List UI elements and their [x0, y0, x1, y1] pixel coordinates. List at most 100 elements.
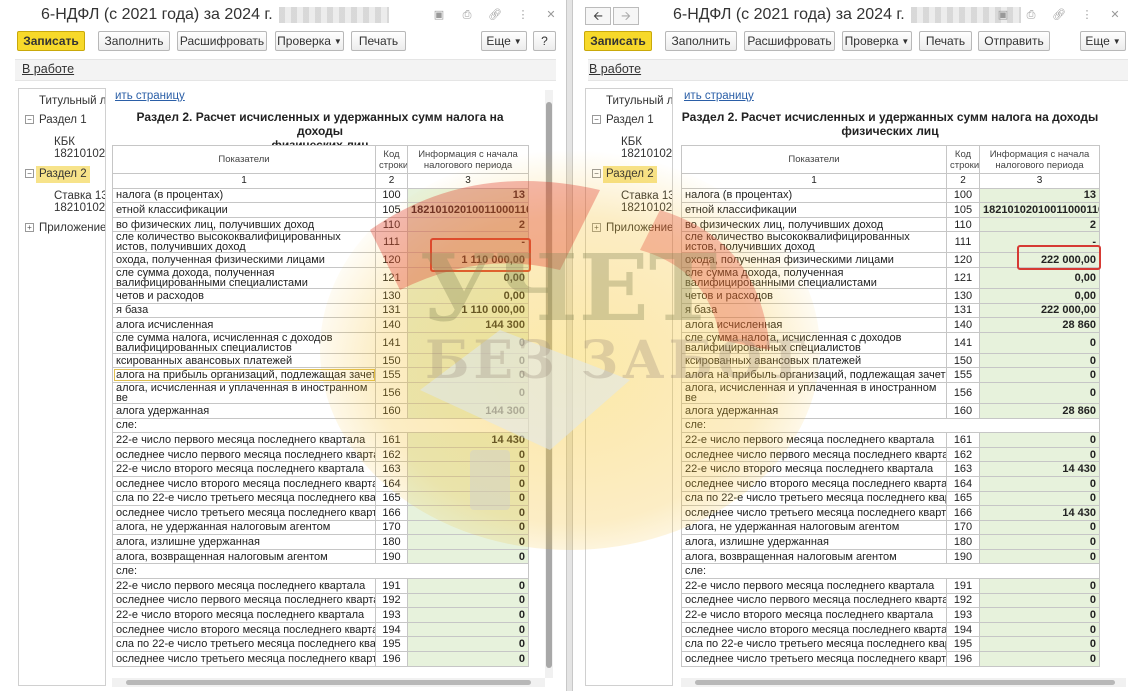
row-value-input[interactable]: 0 — [407, 461, 529, 477]
fill-button[interactable]: Заполнить — [665, 31, 737, 51]
row-value-input[interactable]: 0 — [979, 592, 1100, 609]
add-page-link[interactable]: ить страницу — [115, 90, 185, 102]
check-button[interactable]: Проверка ▼ — [275, 31, 344, 51]
row-value-input[interactable]: 0 — [979, 381, 1100, 404]
link-icon[interactable]: 🔗︎ — [1052, 8, 1066, 22]
row-value-input[interactable]: 0 — [979, 490, 1100, 507]
more-vertical-icon[interactable]: ⋮ — [1080, 8, 1094, 22]
row-value-input[interactable]: 18210102010011000110 — [979, 202, 1100, 218]
row-value-input[interactable]: 28 860 — [979, 317, 1100, 333]
print-button[interactable]: Печать — [351, 31, 406, 51]
printer-icon[interactable]: ⎙ — [460, 8, 474, 22]
row-value-input[interactable]: 1 110 000,00 — [407, 302, 529, 319]
tree-item-title-page[interactable]: Титульный лист — [39, 94, 105, 108]
expand-icon[interactable]: + — [25, 223, 34, 232]
status-link[interactable]: В работе — [589, 62, 641, 76]
more-button[interactable]: Еще ▼ — [481, 31, 527, 51]
more-vertical-icon[interactable]: ⋮ — [516, 8, 530, 22]
collapse-icon[interactable]: − — [25, 169, 34, 178]
help-button[interactable]: ? — [533, 31, 556, 51]
row-value-input[interactable]: 0 — [407, 548, 529, 565]
row-value-input[interactable]: 0,00 — [979, 287, 1100, 304]
row-value-input[interactable]: 0 — [407, 490, 529, 507]
save-icon[interactable]: ▣ — [996, 8, 1010, 22]
row-value-input[interactable]: 0 — [407, 578, 529, 594]
tree-item-section-1[interactable]: Раздел 1 — [39, 113, 87, 127]
row-value-input[interactable]: 0 — [407, 636, 529, 653]
tree-item-rate-code[interactable]: 182101020 — [54, 201, 105, 215]
collapse-icon[interactable]: − — [25, 115, 34, 124]
row-value-input[interactable]: 14 430 — [979, 461, 1100, 477]
row-value-input[interactable]: 0 — [407, 592, 529, 609]
horizontal-scrollbar[interactable] — [681, 678, 1126, 687]
row-value-input[interactable]: 0 — [979, 651, 1100, 667]
row-value-input[interactable]: 0 — [407, 331, 529, 354]
fill-button[interactable]: Заполнить — [98, 31, 170, 51]
row-value-input[interactable]: 13 — [979, 187, 1100, 204]
row-value-input[interactable]: 0 — [407, 352, 529, 369]
tree-item-appendix-1[interactable]: Приложение 1 — [606, 221, 672, 235]
row-value-input[interactable]: 0,00 — [407, 287, 529, 304]
row-value-input[interactable]: 14 430 — [979, 505, 1100, 521]
row-value-input[interactable]: 0 — [979, 331, 1100, 354]
forward-button[interactable]: 🡪︎ — [613, 7, 639, 25]
row-value-input[interactable]: 0 — [407, 367, 529, 383]
row-value-input[interactable]: 13 — [407, 187, 529, 204]
scroll-thumb[interactable] — [546, 102, 552, 668]
row-value-input[interactable]: 0 — [979, 534, 1100, 550]
row-value-input[interactable]: 0 — [979, 475, 1100, 492]
row-value-input[interactable]: 0 — [407, 651, 529, 667]
row-value-input[interactable]: 0 — [979, 607, 1100, 623]
row-value-input[interactable]: 0 — [979, 352, 1100, 369]
row-value-input[interactable]: 14 430 — [407, 432, 529, 448]
tree-item-appendix-1[interactable]: Приложение 1 — [39, 221, 105, 235]
more-button[interactable]: Еще ▼ — [1080, 31, 1126, 51]
scroll-thumb[interactable] — [695, 680, 1115, 685]
tree-item-kbk-code[interactable]: 182101020 — [54, 147, 105, 161]
horizontal-scrollbar[interactable] — [112, 678, 545, 687]
row-value-input[interactable]: 0 — [979, 519, 1100, 536]
expand-icon[interactable]: + — [592, 223, 601, 232]
status-link[interactable]: В работе — [22, 62, 74, 76]
close-icon[interactable]: ✕ — [1108, 8, 1122, 22]
row-value-input[interactable]: 0 — [979, 621, 1100, 638]
tree-item-section-2[interactable]: Раздел 2 — [36, 166, 90, 183]
row-value-input[interactable]: 0 — [407, 607, 529, 623]
row-value-input[interactable]: 0 — [407, 519, 529, 536]
row-value-input[interactable]: 18210102010011000110 — [407, 202, 529, 218]
row-value-input[interactable]: 222 000,00 — [979, 302, 1100, 319]
link-icon[interactable]: 🔗︎ — [488, 8, 502, 22]
row-value-input[interactable]: 0 — [979, 548, 1100, 565]
row-value-input[interactable]: 0 — [979, 367, 1100, 383]
row-value-input[interactable]: 0 — [407, 534, 529, 550]
tree-item-section-1[interactable]: Раздел 1 — [606, 113, 654, 127]
back-button[interactable]: 🡨︎ — [585, 7, 611, 25]
decode-button[interactable]: Расшифровать — [177, 31, 267, 51]
collapse-icon[interactable]: − — [592, 169, 601, 178]
tree-item-section-2[interactable]: Раздел 2 — [603, 166, 657, 183]
collapse-icon[interactable]: − — [592, 115, 601, 124]
row-value-input[interactable]: 144 300 — [407, 317, 529, 333]
send-button[interactable]: Отправить — [978, 31, 1050, 51]
row-value-input[interactable]: 0 — [979, 432, 1100, 448]
printer-icon[interactable]: ⎙ — [1024, 8, 1038, 22]
check-button[interactable]: Проверка ▼ — [842, 31, 912, 51]
row-value-input[interactable]: 0 — [979, 578, 1100, 594]
row-value-input[interactable]: 2 — [979, 216, 1100, 233]
close-icon[interactable]: ✕ — [544, 8, 558, 22]
row-value-input[interactable]: 0,00 — [979, 266, 1100, 289]
save-button[interactable]: Записать — [584, 31, 652, 51]
tree-item-kbk-code[interactable]: 182101020 — [621, 147, 672, 161]
save-button[interactable]: Записать — [17, 31, 85, 51]
row-value-input[interactable]: 28 860 — [979, 402, 1100, 419]
row-value-input[interactable]: 0 — [979, 636, 1100, 653]
row-value-input[interactable]: 144 300 — [407, 402, 529, 419]
scroll-thumb[interactable] — [126, 680, 531, 685]
add-page-link[interactable]: ить страницу — [684, 90, 754, 102]
row-value-input[interactable]: 0 — [407, 381, 529, 404]
tree-item-rate-code[interactable]: 182101020 — [621, 201, 672, 215]
row-value-input[interactable]: 0 — [407, 446, 529, 463]
row-value-input[interactable]: 2 — [407, 216, 529, 233]
vertical-scrollbar[interactable] — [545, 90, 553, 678]
row-value-input[interactable]: 0 — [979, 446, 1100, 463]
